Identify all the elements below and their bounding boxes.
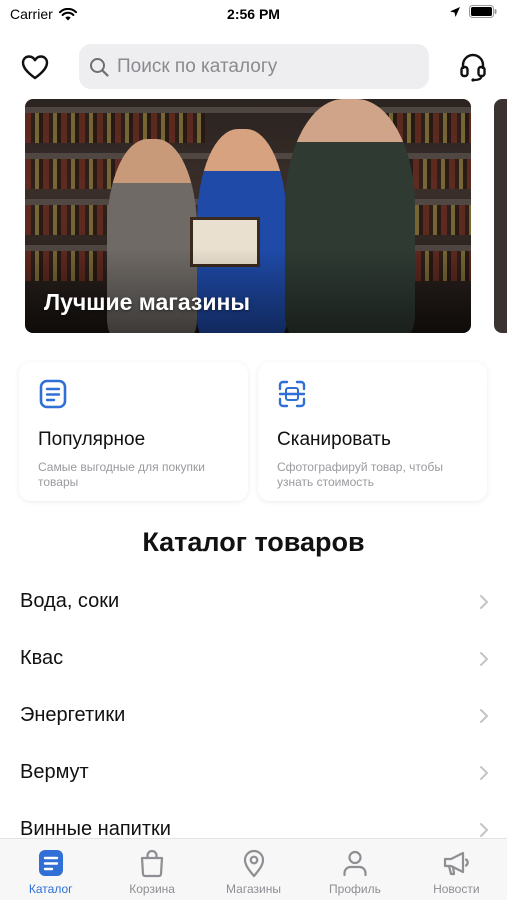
header: Поиск по каталогу xyxy=(0,44,507,90)
popular-card-title: Популярное xyxy=(38,429,146,450)
tab-catalog[interactable]: Каталог xyxy=(0,839,101,900)
location-arrow-icon xyxy=(450,6,460,17)
tab-news[interactable]: Новости xyxy=(406,839,507,900)
tab-profile[interactable]: Профиль xyxy=(304,839,405,900)
heart-icon xyxy=(21,55,49,80)
tab-label: Новости xyxy=(433,882,480,896)
tab-label: Магазины xyxy=(226,882,281,896)
favorites-button[interactable] xyxy=(18,50,52,84)
promo-banner[interactable]: Лучшие магазины xyxy=(25,99,471,333)
tab-label: Каталог xyxy=(28,882,73,896)
tab-stores[interactable]: Магазины xyxy=(203,839,304,900)
location-pin-icon xyxy=(243,849,264,878)
catalog-item[interactable]: Квас xyxy=(0,630,507,687)
chevron-right-icon xyxy=(480,822,488,837)
chevron-right-icon xyxy=(480,651,488,666)
catalog-item[interactable]: Вермут xyxy=(0,744,507,801)
battery-icon xyxy=(469,5,497,18)
popular-card[interactable]: Популярное Самые выгодные для покупки то… xyxy=(19,362,248,501)
next-banner-peek[interactable] xyxy=(494,99,507,333)
scan-icon xyxy=(278,380,306,408)
chevron-right-icon xyxy=(480,708,488,723)
catalog-item[interactable]: Энергетики xyxy=(0,687,507,744)
catalog-title: Каталог товаров xyxy=(142,527,365,557)
document-list-icon xyxy=(39,379,67,409)
search-placeholder: Поиск по каталогу xyxy=(117,55,278,77)
catalog-item-label: Вода, соки xyxy=(20,590,120,612)
tab-cart[interactable]: Корзина xyxy=(101,839,202,900)
chevron-right-icon xyxy=(480,594,488,609)
profile-icon xyxy=(343,850,367,877)
catalog-icon xyxy=(38,850,63,876)
catalog-item-label: Энергетики xyxy=(20,704,126,726)
scan-card[interactable]: Сканировать Сфотографируй товар, чтобы у… xyxy=(258,362,487,501)
megaphone-icon xyxy=(444,851,470,876)
banner-title: Лучшие магазины xyxy=(44,289,251,315)
bag-icon xyxy=(141,849,164,878)
search-icon xyxy=(90,57,109,77)
catalog-item[interactable]: Вода, соки xyxy=(0,573,507,630)
tab-bar: Каталог Корзина Магазины Профиль Новости xyxy=(0,838,507,900)
catalog-item-label: Квас xyxy=(20,647,64,669)
status-bar: Carrier 2:56 PM xyxy=(0,0,507,30)
chevron-right-icon xyxy=(480,765,488,780)
catalog-list: Вода, соки Квас Энергетики Вермут Винные… xyxy=(0,573,507,858)
status-right xyxy=(449,5,497,18)
tab-label: Профиль xyxy=(329,882,381,896)
popular-card-subtitle: Самые выгодные для покупки товары xyxy=(38,460,205,489)
catalog-item-label: Вермут xyxy=(20,761,89,783)
scan-card-title: Сканировать xyxy=(277,429,391,450)
status-time: 2:56 PM xyxy=(227,6,280,22)
scan-card-subtitle: Сфотографируй товар, чтобы узнать стоимо… xyxy=(277,460,443,489)
search-input[interactable]: Поиск по каталогу xyxy=(79,44,429,89)
support-button[interactable] xyxy=(457,51,489,83)
headset-icon xyxy=(460,53,486,82)
tab-label: Корзина xyxy=(129,882,175,896)
